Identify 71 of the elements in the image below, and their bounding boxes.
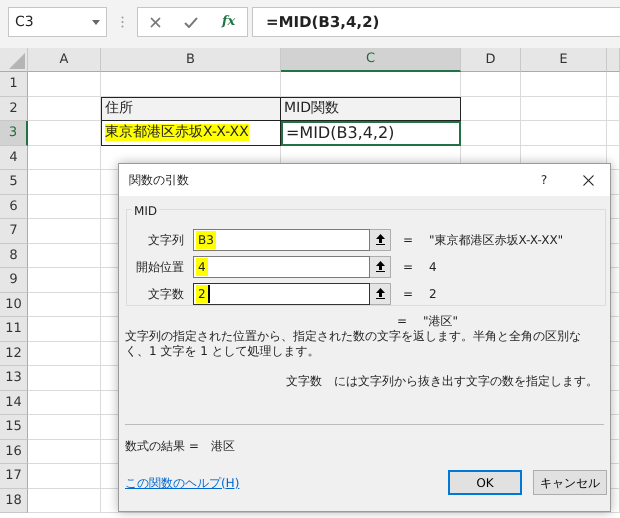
arrow-up-icon: [376, 261, 384, 272]
row-header[interactable]: 4: [0, 146, 28, 170]
argument-result: 4: [429, 258, 437, 276]
row-header[interactable]: 5: [0, 170, 28, 194]
argument-field[interactable]: B3: [193, 228, 370, 250]
row-header[interactable]: 2: [0, 96, 28, 121]
grip-icon: [120, 16, 124, 28]
equals-sign: =: [403, 286, 414, 302]
table-cell: [607, 72, 620, 96]
row-header[interactable]: 11: [0, 317, 28, 342]
cell-text: 東京都港区赤坂X-X-XX: [105, 124, 249, 142]
argument-description: には文字列から抜き出す文字の数を指定します。: [334, 373, 598, 390]
arrow-up-icon: [376, 288, 384, 299]
cancel-icon[interactable]: [150, 16, 161, 28]
column-header[interactable]: E: [521, 48, 607, 72]
argument-field[interactable]: 2: [193, 282, 370, 304]
arrow-up-icon: [376, 234, 384, 245]
formula-field[interactable]: =MID(B3,4,2): [252, 7, 620, 37]
row-header[interactable]: 7: [0, 219, 28, 244]
insert-function-button[interactable]: fx: [222, 12, 236, 32]
cell-text: =MID(B3,4,2): [285, 123, 394, 142]
check-icon[interactable]: [184, 16, 198, 28]
row-header[interactable]: 3: [0, 121, 28, 146]
equals-sign: =: [403, 258, 414, 276]
cell-text: 住所: [105, 100, 133, 118]
dialog-button[interactable]: キャンセル: [533, 470, 607, 495]
row-header[interactable]: 8: [0, 244, 28, 268]
row-header[interactable]: 10: [0, 292, 28, 317]
column-header[interactable]: A: [28, 48, 101, 72]
result-preview: "港区": [423, 313, 458, 328]
argument-field[interactable]: 4: [193, 256, 370, 278]
argument-label: 文字数: [147, 286, 184, 302]
row-header[interactable]: 12: [0, 342, 28, 366]
formula-result-label: 数式の結果 =: [125, 438, 199, 455]
table-cell: [461, 72, 521, 96]
formula-result-value: 港区: [210, 438, 235, 455]
collapse-button[interactable]: [370, 256, 391, 278]
table-cell: [461, 121, 521, 146]
row-header[interactable]: 16: [0, 440, 28, 464]
dropdown-caret-icon[interactable]: [92, 20, 100, 24]
row-header[interactable]: 13: [0, 366, 28, 390]
table-cell: [607, 96, 620, 121]
row-header[interactable]: 9: [0, 268, 28, 292]
argument-name: 文字数: [286, 373, 322, 390]
column-header[interactable]: B: [101, 48, 281, 72]
argument-label: 開始位置: [135, 258, 184, 276]
column-header[interactable]: D: [461, 48, 521, 72]
help-button[interactable]: ?: [522, 171, 566, 189]
close-icon[interactable]: [582, 174, 594, 186]
argument-label: 文字列: [147, 232, 184, 248]
collapse-button[interactable]: [370, 228, 391, 250]
dialog-title: 関数の引数: [129, 172, 190, 189]
dialog-button[interactable]: OK: [448, 470, 522, 495]
table-cell: [607, 121, 620, 146]
collapse-button[interactable]: [370, 282, 391, 304]
name-box[interactable]: C3: [8, 7, 107, 37]
row-header[interactable]: 6: [0, 194, 28, 219]
row-header[interactable]: 18: [0, 488, 28, 513]
argument-result: "東京都港区赤坂X-X-XX": [429, 232, 564, 248]
row-header[interactable]: 14: [0, 390, 28, 415]
row-header[interactable]: 15: [0, 415, 28, 440]
row-header[interactable]: 17: [0, 464, 28, 488]
row-header[interactable]: 1: [0, 72, 28, 96]
help-link[interactable]: この関数のヘルプ(H): [125, 474, 437, 492]
argument-result: 2: [429, 286, 437, 302]
equals-sign: =: [397, 313, 408, 328]
column-header[interactable]: C: [281, 48, 461, 72]
cell-text: MID関数: [284, 100, 339, 118]
table-cell: [461, 96, 521, 121]
function-description: 文字列の指定された位置から、指定された数の文字を返します。半角と全角の区別なく、1 文字を 1 として処理します。: [124, 328, 582, 360]
equals-sign: =: [403, 232, 414, 248]
